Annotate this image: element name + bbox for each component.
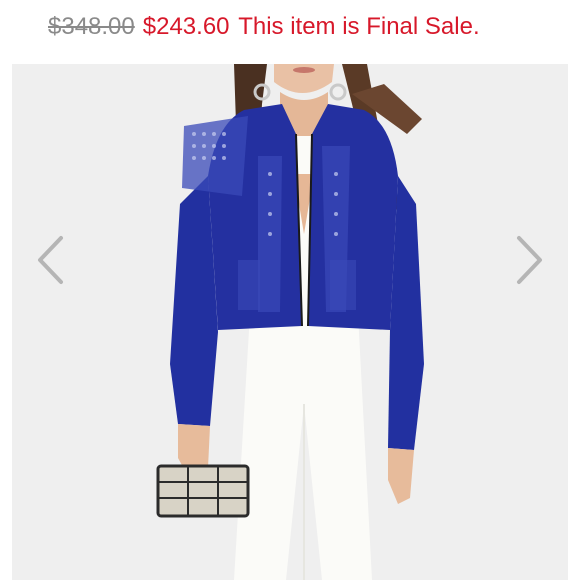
original-price: $348.00 bbox=[48, 13, 135, 40]
previous-image-button[interactable] bbox=[30, 230, 70, 290]
final-sale-note: This item is Final Sale. bbox=[238, 13, 480, 40]
next-image-button[interactable] bbox=[510, 230, 550, 290]
price-header: $348.00 $243.60 This item is Final Sale. bbox=[0, 0, 580, 64]
product-photo[interactable] bbox=[12, 64, 568, 580]
product-image-carousel[interactable] bbox=[12, 64, 568, 580]
price-line: $348.00 $243.60 This item is Final Sale. bbox=[48, 13, 480, 41]
chevron-left-icon bbox=[38, 236, 63, 284]
sale-price: $243.60 bbox=[142, 13, 230, 40]
chevron-right-icon bbox=[517, 236, 542, 284]
